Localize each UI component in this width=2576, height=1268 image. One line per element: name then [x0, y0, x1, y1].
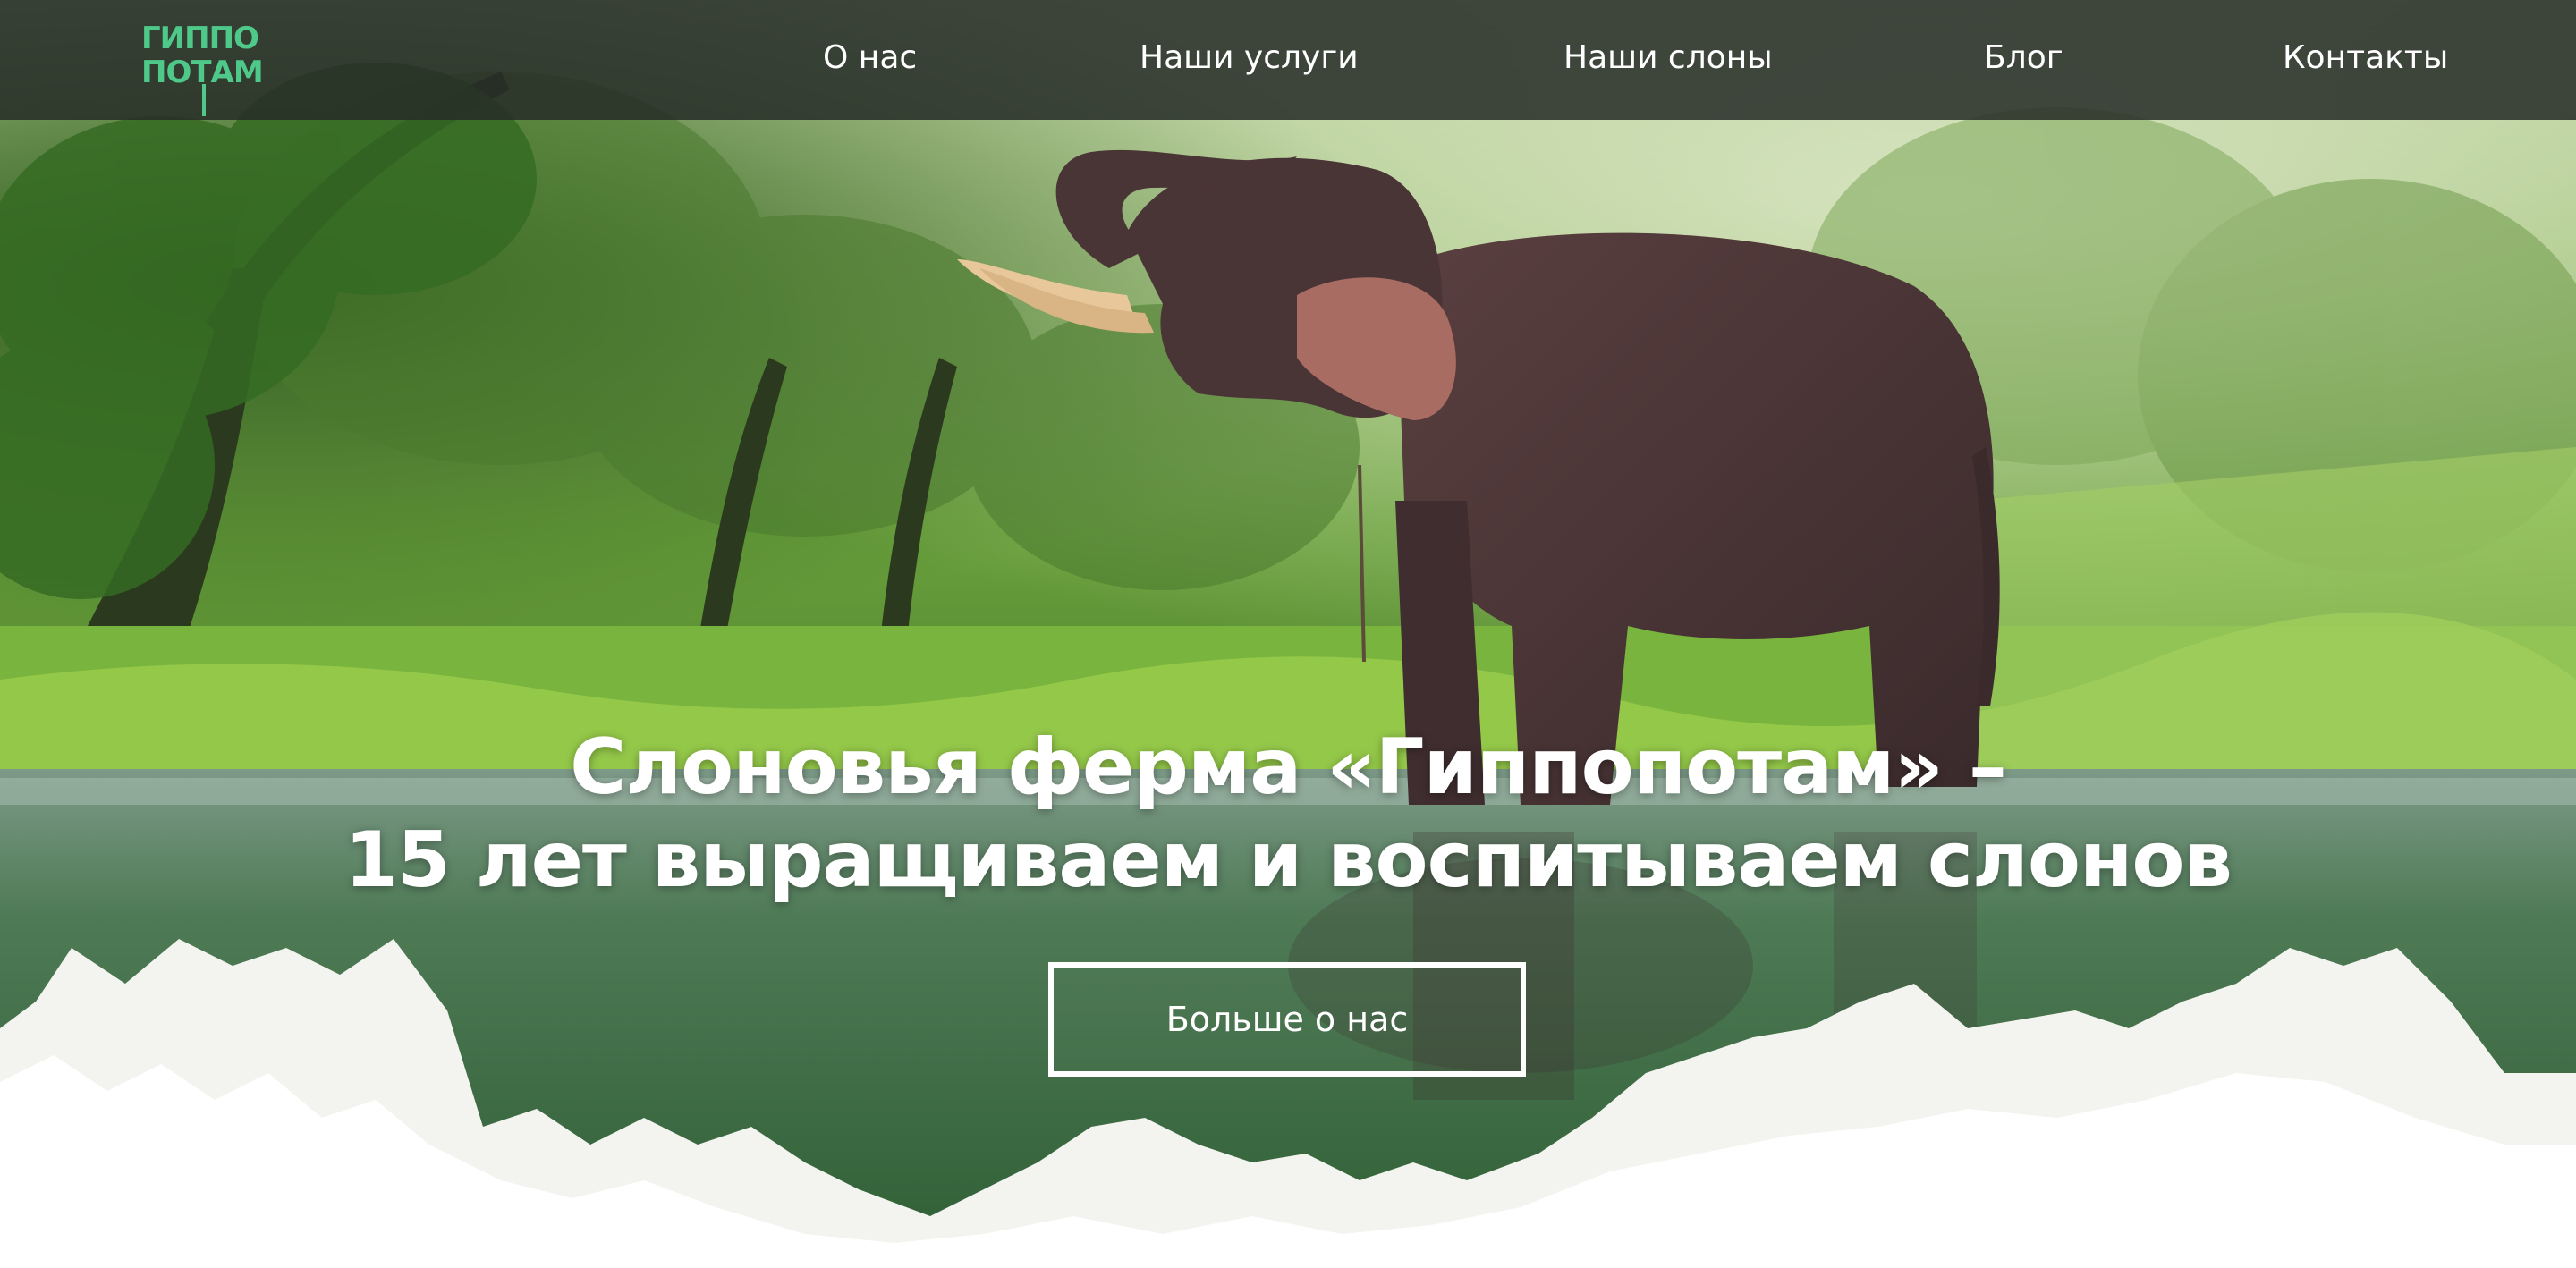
hero-background-image	[0, 0, 2576, 1268]
nav-item-about[interactable]: О нас	[823, 36, 917, 80]
hero-title-line-1: Слоновья ферма «Гиппопотам» –	[570, 722, 2007, 812]
site-header: ГИППО ПОТАМ О нас Наши услуги Наши слоны…	[0, 0, 2576, 120]
nav-item-elephants[interactable]: Наши слоны	[1563, 36, 1773, 80]
nav-item-blog[interactable]: Блог	[1984, 36, 2063, 80]
more-about-us-button[interactable]: Больше о нас	[1048, 962, 1526, 1077]
landing-page: ГИППО ПОТАМ О нас Наши услуги Наши слоны…	[0, 0, 2576, 1268]
hero-title: Слоновья ферма «Гиппопотам» – 15 лет выр…	[0, 721, 2576, 907]
main-nav: О нас Наши услуги Наши слоны Блог Контак…	[0, 0, 2576, 120]
nav-item-contacts[interactable]: Контакты	[2283, 36, 2448, 80]
nav-item-services[interactable]: Наши услуги	[1140, 36, 1359, 80]
hero-title-line-2: 15 лет выращиваем и воспитываем слонов	[344, 815, 2233, 905]
